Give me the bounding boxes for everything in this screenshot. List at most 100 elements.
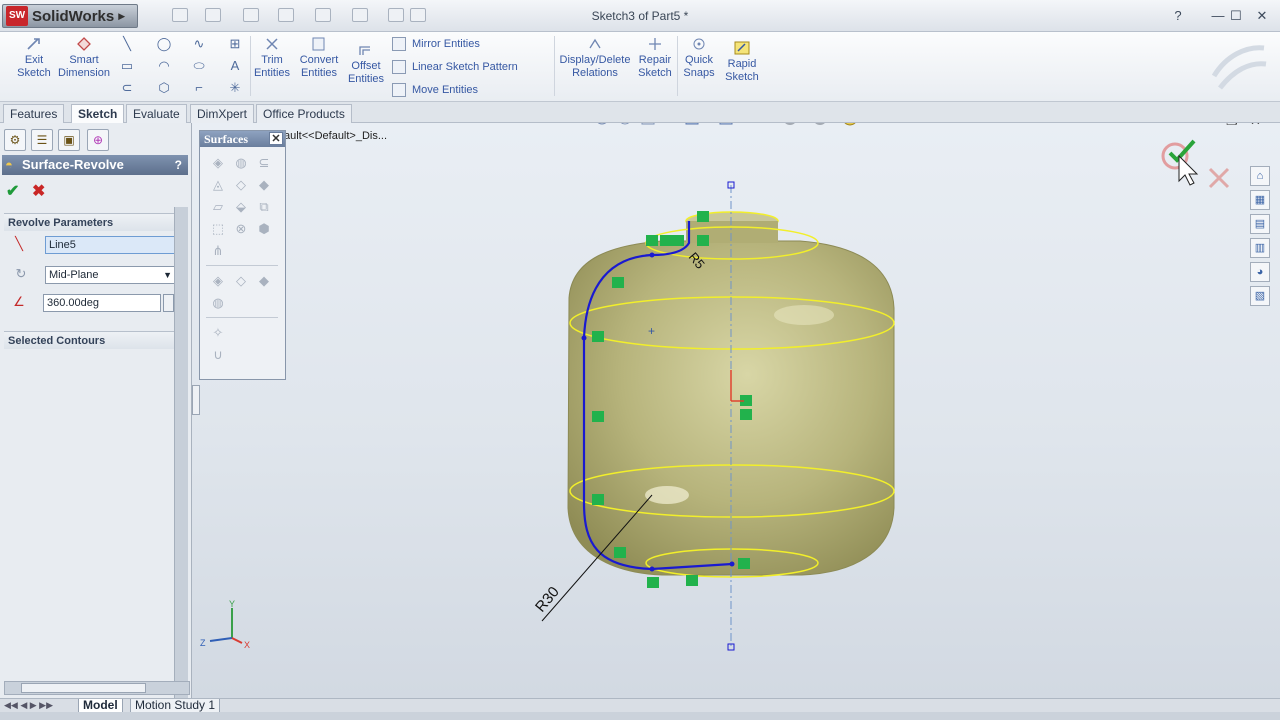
fillet-icon[interactable]: ⌐ — [190, 80, 208, 96]
ok-icon[interactable]: ✔ — [6, 181, 19, 201]
revolve-type-value: Mid-Plane — [49, 269, 99, 281]
ellipse-icon[interactable]: ⬭ — [190, 58, 208, 74]
graphics-area[interactable]: ault<<Default>_Dis... R30 R5 + Y Z X — [192, 123, 1280, 698]
repair-sketch-button[interactable]: Repair Sketch — [636, 36, 674, 80]
pane-splitter-handle[interactable] — [192, 385, 200, 415]
custom-properties-taskpane-icon[interactable]: ▧ — [1250, 286, 1270, 306]
swept-surface-icon[interactable]: ⊆ — [256, 155, 272, 171]
cancel-icon[interactable]: ✖ — [32, 181, 45, 201]
solidworks-menu-button[interactable]: SW SolidWorks ▶ — [2, 4, 138, 28]
tab-features[interactable]: Features — [3, 104, 65, 123]
replace-face-icon[interactable]: ⬢ — [256, 221, 272, 237]
minimize-button[interactable]: — — [1210, 8, 1226, 23]
trim-entities-button[interactable]: Trim Entities — [252, 36, 292, 80]
viewport-minimize-button[interactable]: – — [1204, 123, 1211, 129]
linear-pattern-label: Linear Sketch Pattern — [412, 61, 518, 73]
fillet-surface-icon[interactable]: ◈ — [210, 273, 226, 289]
extend-surface-icon[interactable]: ✧ — [210, 325, 226, 341]
arc-icon[interactable]: ◠ — [155, 58, 173, 74]
rebuild-icon[interactable] — [388, 8, 404, 22]
selected-contours-group[interactable]: Selected Contours — [4, 331, 174, 349]
filled-surface-icon[interactable]: ◆ — [256, 177, 272, 193]
rectangle-icon[interactable]: ▭ — [118, 58, 136, 74]
options-icon[interactable] — [410, 8, 426, 22]
display-relations-button[interactable]: Display/Delete Relations — [558, 36, 632, 80]
exit-sketch-button[interactable]: Exit Sketch — [14, 36, 54, 80]
feature-manager-tab-icon[interactable]: ⚙ — [4, 129, 26, 151]
angle-input[interactable]: 360.00deg — [43, 294, 161, 312]
move-entities-button[interactable]: Move Entities — [392, 83, 478, 97]
undo-icon[interactable] — [315, 8, 331, 22]
tab-office-products[interactable]: Office Products — [256, 104, 352, 123]
maximize-button[interactable]: ☐ — [1228, 8, 1244, 24]
offset-entities-button[interactable]: Offset Entities — [346, 42, 386, 86]
configuration-manager-tab-icon[interactable]: ▣ — [58, 129, 80, 151]
revolve-parameters-group[interactable]: Revolve Parameters — [4, 213, 174, 231]
open-document-icon[interactable] — [205, 8, 221, 22]
property-manager-tab-icon[interactable]: ☰ — [31, 129, 53, 151]
trim-surface-icon[interactable]: ◆ — [256, 273, 272, 289]
revolve-type-select[interactable]: Mid-Plane ▼ — [45, 266, 175, 284]
spline-icon[interactable]: ∿ — [190, 36, 208, 52]
text-icon[interactable]: A — [226, 58, 244, 74]
dimension-r30[interactable]: R30 — [532, 584, 563, 616]
dimxpert-manager-tab-icon[interactable]: ⊕ — [87, 129, 109, 151]
surfaces-toolbar-title[interactable]: Surfaces ✕ — [200, 131, 285, 147]
untrim-surface-icon[interactable]: ◍ — [210, 295, 226, 311]
appearances-taskpane-icon[interactable]: ◕ — [1250, 262, 1270, 282]
angle-icon: ∠ — [13, 294, 25, 309]
select-icon[interactable] — [352, 8, 368, 22]
axis-of-revolution-field[interactable]: Line5 — [45, 236, 175, 254]
scroll-thumb[interactable] — [21, 683, 146, 693]
property-manager-scrollbar[interactable] — [174, 207, 188, 720]
radiate-surface-icon[interactable]: ⧉ — [256, 199, 272, 215]
help-icon[interactable]: ? — [175, 155, 182, 175]
linear-pattern-button[interactable]: Linear Sketch Pattern — [392, 60, 518, 74]
surfaces-close-button[interactable]: ✕ — [269, 132, 283, 145]
grid-icon[interactable]: ⊞ — [226, 36, 244, 52]
boundary-surface-icon[interactable]: ◇ — [233, 177, 249, 193]
delete-face-icon[interactable]: ⊗ — [233, 221, 249, 237]
line-icon[interactable]: ╲ — [118, 36, 136, 52]
knit-surface-icon[interactable]: ◇ — [233, 273, 249, 289]
thicken-surface-icon[interactable]: ∪ — [210, 347, 226, 363]
tab-dimxpert[interactable]: DimXpert — [190, 104, 255, 123]
home-taskpane-icon[interactable]: ⌂ — [1250, 166, 1270, 186]
convert-entities-button[interactable]: Convert Entities — [296, 36, 342, 80]
resources-taskpane-icon[interactable]: ▦ — [1250, 190, 1270, 210]
circle-icon[interactable]: ◯ — [155, 36, 173, 52]
mid-surface-icon[interactable]: ⋔ — [210, 243, 226, 259]
save-icon[interactable] — [243, 8, 259, 22]
smart-dimension-button[interactable]: Smart Dimension — [58, 36, 110, 80]
design-library-taskpane-icon[interactable]: ▤ — [1250, 214, 1270, 234]
new-document-icon[interactable] — [172, 8, 188, 22]
tab-sketch[interactable]: Sketch — [71, 104, 125, 123]
file-explorer-taskpane-icon[interactable]: ▥ — [1250, 238, 1270, 258]
offset-surface-icon[interactable]: ⬙ — [233, 199, 249, 215]
ruled-surface-icon[interactable]: ⬚ — [210, 221, 226, 237]
close-button[interactable]: ✕ — [1254, 8, 1270, 24]
tab-nav-arrows-icon[interactable]: ◀◀ ◀ ▶ ▶▶ — [4, 700, 53, 711]
point-icon[interactable]: ✳ — [226, 80, 244, 96]
polygon-icon[interactable]: ⬡ — [155, 80, 173, 96]
lofted-surface-icon[interactable]: ◬ — [210, 177, 226, 193]
quick-snaps-button[interactable]: Quick Snaps — [680, 36, 718, 80]
viewport-close-button[interactable]: ✕ — [1250, 123, 1261, 129]
planar-surface-icon[interactable]: ▱ — [210, 199, 226, 215]
slot-icon[interactable]: ⊂ — [118, 80, 136, 96]
tab-motion-study-1[interactable]: Motion Study 1 — [130, 699, 221, 713]
extruded-surface-icon[interactable]: ◈ — [210, 155, 226, 171]
tab-evaluate[interactable]: Evaluate — [126, 104, 187, 123]
tab-model[interactable]: Model — [78, 699, 123, 713]
print-icon[interactable] — [278, 8, 294, 22]
viewport-restore-button[interactable]: ❐ — [1226, 123, 1238, 129]
horizontal-scrollbar[interactable] — [4, 681, 190, 695]
rapid-sketch-button[interactable]: Rapid Sketch — [722, 40, 762, 84]
help-icon[interactable]: ? — [1170, 8, 1186, 23]
heads-up-icons[interactable] — [596, 123, 857, 126]
mirror-entities-button[interactable]: Mirror Entities — [392, 37, 480, 51]
command-manager: Exit Sketch Smart Dimension ╲ ◯ ∿ ⊞ ▭ ◠ … — [0, 32, 1280, 102]
revolved-surface-icon[interactable]: ◍ — [233, 155, 249, 171]
confirmation-corner[interactable] — [1161, 139, 1230, 189]
angle-spinner[interactable] — [163, 294, 174, 312]
